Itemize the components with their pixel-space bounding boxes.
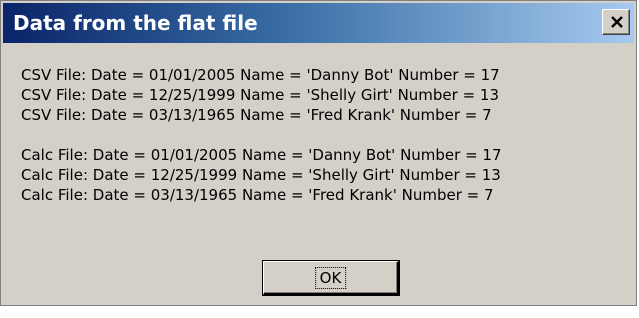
title-bar[interactable]: Data from the flat file xyxy=(3,3,634,43)
close-button[interactable] xyxy=(602,9,630,35)
calc-line-1: Calc File: Date = 01/01/2005 Name = 'Dan… xyxy=(21,146,502,164)
message-dialog: Data from the flat file CSV File: Date =… xyxy=(0,0,637,306)
calc-line-3: Calc File: Date = 03/13/1965 Name = 'Fre… xyxy=(21,186,494,204)
ok-button-label: OK xyxy=(314,266,347,289)
dialog-title: Data from the flat file xyxy=(13,11,258,35)
ok-button[interactable]: OK xyxy=(263,261,399,295)
csv-line-1: CSV File: Date = 01/01/2005 Name = 'Dann… xyxy=(21,66,500,84)
csv-line-3: CSV File: Date = 03/13/1965 Name = 'Fred… xyxy=(21,106,492,124)
line-spacer xyxy=(21,125,502,145)
calc-line-2: Calc File: Date = 12/25/1999 Name = 'She… xyxy=(21,166,501,184)
message-text: CSV File: Date = 01/01/2005 Name = 'Dann… xyxy=(21,65,502,205)
close-icon xyxy=(611,16,623,28)
csv-line-2: CSV File: Date = 12/25/1999 Name = 'Shel… xyxy=(21,86,500,104)
